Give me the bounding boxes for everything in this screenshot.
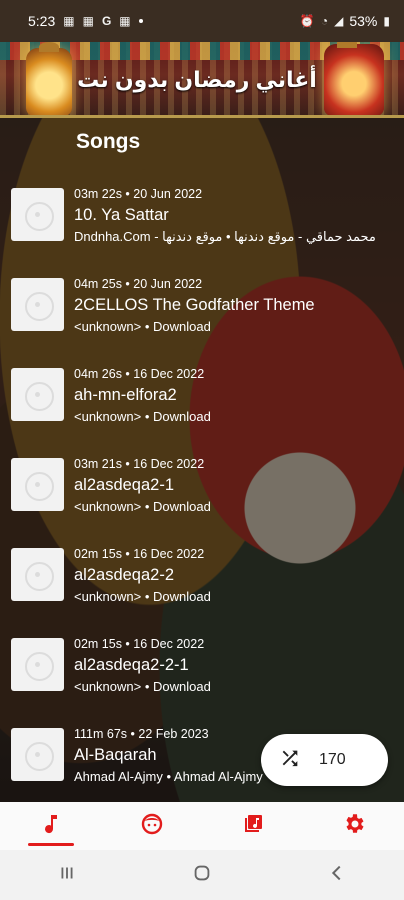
banner-title: أغاني رمضان بدون نت [77, 67, 317, 92]
album-icon [241, 812, 265, 841]
song-item[interactable]: 04m 25s • 20 Jun 2022 2CELLOS The Godfat… [0, 266, 404, 356]
song-item[interactable]: 03m 21s • 16 Dec 2022 al2asdeqa2-1 <unkn… [0, 446, 404, 536]
song-artist: <unknown> • Download [74, 499, 211, 514]
song-meta: 03m 21s • 16 Dec 2022 [74, 457, 205, 471]
song-title: al2asdeqa2-2-1 [74, 656, 189, 674]
album-art-placeholder-icon [11, 188, 64, 241]
shuffle-all-button[interactable]: 170 [261, 734, 388, 786]
song-item[interactable]: 03m 22s • 20 Jun 2022 10. Ya Sattar محمد… [0, 176, 404, 266]
alarm-icon: ⏰ [299, 14, 315, 28]
status-bar: 5:23 ▦ ▦ G ▦ ⏰ ◔ ◢ 53% ▮ [0, 0, 404, 42]
google-icon: G [101, 14, 112, 28]
gallery-icon-3: ▦ [119, 14, 131, 28]
main-content: Songs 03m 22s • 20 Jun 2022 10. Ya Satta… [0, 118, 404, 802]
bottom-nav [0, 802, 404, 850]
music-note-icon [39, 812, 63, 841]
face-icon [140, 812, 164, 841]
song-title: 2CELLOS The Godfather Theme [74, 296, 315, 314]
song-meta: 04m 26s • 16 Dec 2022 [74, 367, 205, 381]
home-button[interactable] [182, 860, 222, 890]
signal-icon: ◢ [334, 14, 344, 28]
app-banner: أغاني رمضان بدون نت [0, 42, 404, 118]
nav-albums-tab[interactable] [228, 802, 278, 850]
recent-apps-button[interactable] [47, 860, 87, 890]
album-art-placeholder-icon [11, 368, 64, 421]
gallery-icon: ▦ [63, 14, 75, 28]
song-title: al2asdeqa2-1 [74, 476, 174, 494]
song-item[interactable]: 04m 26s • 16 Dec 2022 ah-mn-elfora2 <unk… [0, 356, 404, 446]
nav-songs-tab[interactable] [26, 802, 76, 850]
status-time: 5:23 [28, 13, 56, 29]
song-artist: <unknown> • Download [74, 589, 211, 604]
song-title: 10. Ya Sattar [74, 206, 169, 224]
song-meta: 02m 15s • 16 Dec 2022 [74, 637, 205, 651]
song-artist: <unknown> • Download [74, 319, 211, 334]
album-art-placeholder-icon [11, 548, 64, 601]
gallery-icon-2: ▦ [82, 14, 94, 28]
song-artist: <unknown> • Download [74, 409, 211, 424]
song-meta: 03m 22s • 20 Jun 2022 [74, 187, 203, 201]
lantern-right-image [324, 42, 384, 115]
song-count: 170 [319, 751, 346, 768]
wifi-icon: ◔ [320, 14, 329, 28]
album-art-placeholder-icon [11, 638, 64, 691]
nav-settings-tab[interactable] [329, 802, 379, 850]
home-icon [191, 862, 213, 889]
battery-icon: ▮ [383, 14, 390, 28]
shuffle-icon [279, 747, 301, 774]
song-item[interactable]: 02m 15s • 16 Dec 2022 al2asdeqa2-2-1 <un… [0, 626, 404, 716]
nav-artists-tab[interactable] [127, 802, 177, 850]
system-nav-bar [0, 850, 404, 900]
album-art-placeholder-icon [11, 728, 64, 781]
settings-gear-icon [342, 812, 366, 841]
song-artist: محمد حماقي - موقع دندنها • موقع دندنها -… [74, 229, 376, 244]
back-icon [326, 862, 348, 889]
album-art-placeholder-icon [11, 458, 64, 511]
notification-dot-icon [138, 19, 143, 23]
recent-apps-icon [56, 862, 78, 889]
album-art-placeholder-icon [11, 278, 64, 331]
songs-header: Songs [76, 130, 141, 153]
lantern-left-image [26, 42, 72, 115]
battery-percent: 53% [349, 13, 378, 29]
song-artist: <unknown> • Download [74, 679, 211, 694]
back-button[interactable] [317, 860, 357, 890]
song-meta: 02m 15s • 16 Dec 2022 [74, 547, 205, 561]
song-title: al2asdeqa2-2 [74, 566, 174, 584]
song-item[interactable]: 02m 15s • 16 Dec 2022 al2asdeqa2-2 <unkn… [0, 536, 404, 626]
song-list: 03m 22s • 20 Jun 2022 10. Ya Sattar محمد… [0, 176, 404, 802]
song-meta: 04m 25s • 20 Jun 2022 [74, 277, 203, 291]
song-title: ah-mn-elfora2 [74, 386, 177, 404]
